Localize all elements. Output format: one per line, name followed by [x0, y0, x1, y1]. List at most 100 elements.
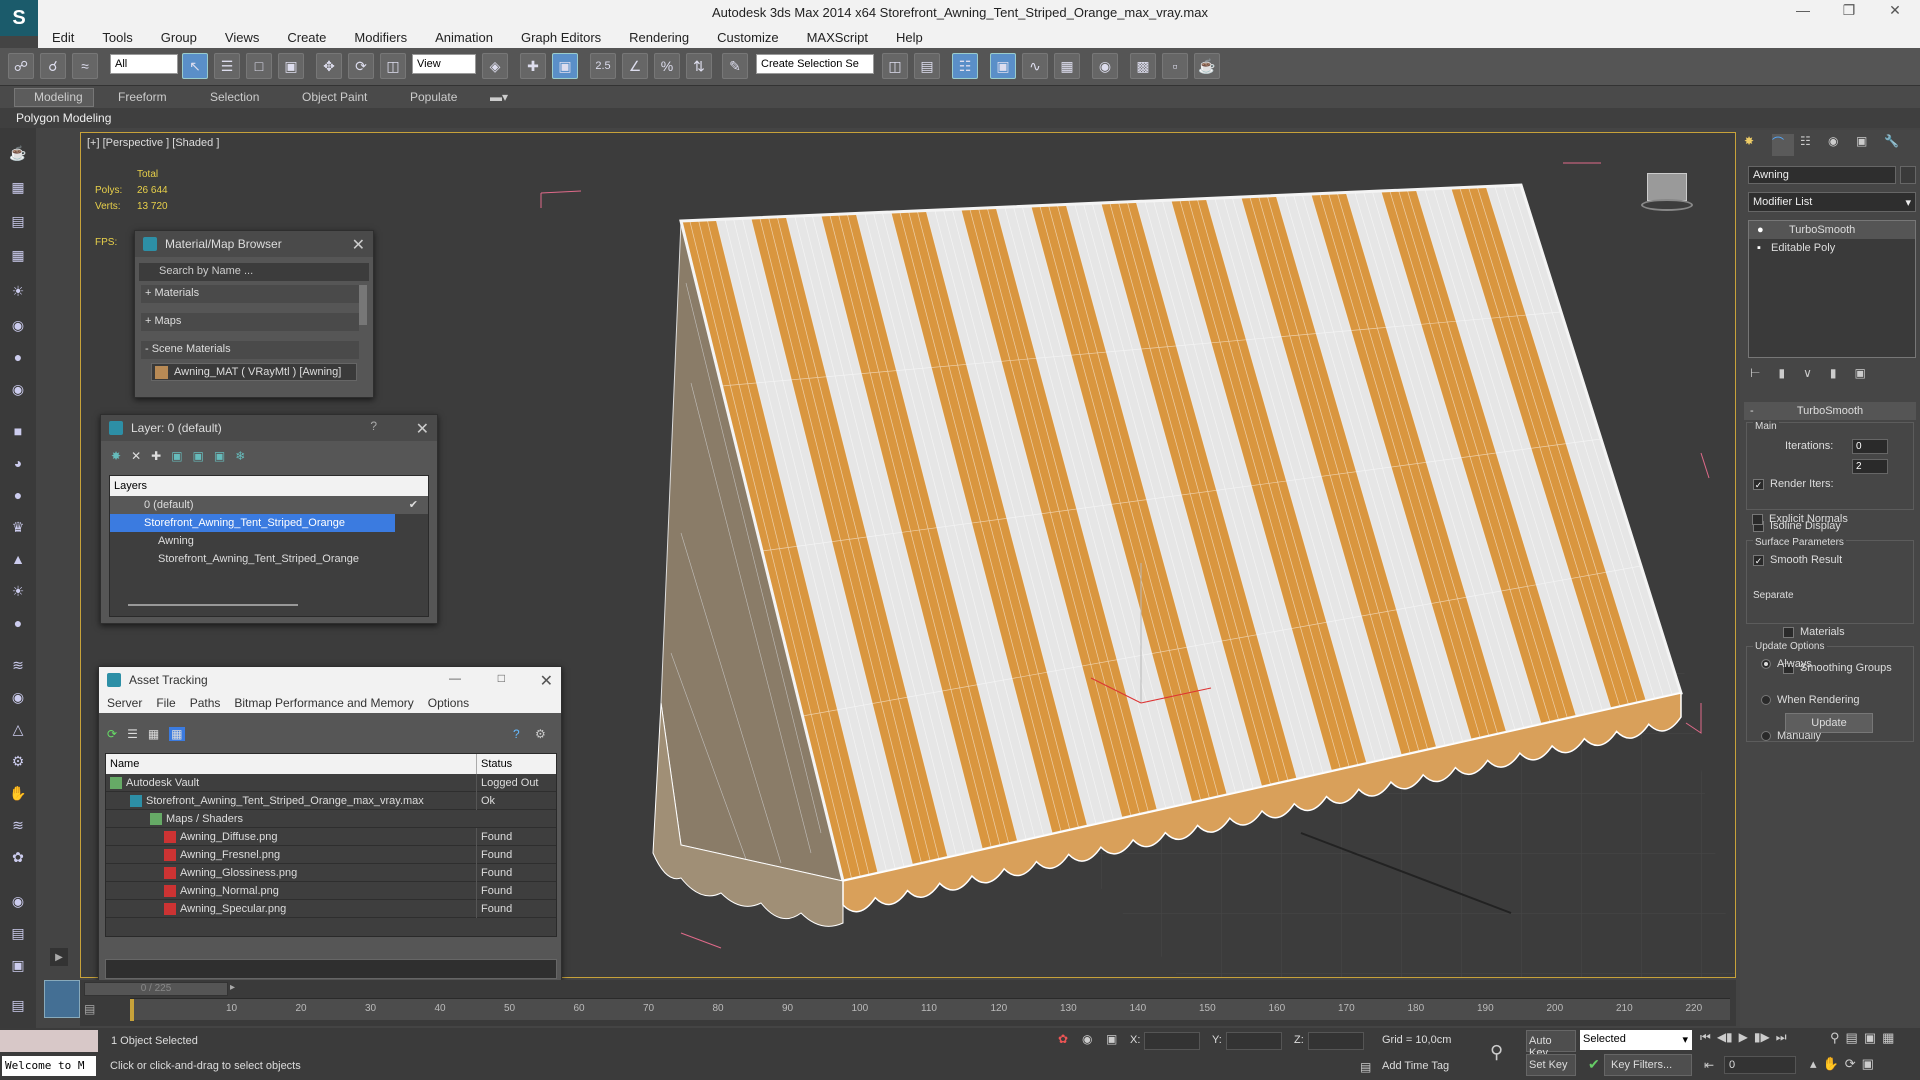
- key-mode-dropdown[interactable]: Selected ▾: [1580, 1030, 1692, 1050]
- pin-stack-icon[interactable]: ⊢: [1750, 366, 1760, 380]
- scale-icon[interactable]: ◫: [380, 53, 406, 79]
- asset-row[interactable]: Awning_Fresnel.png Found: [106, 846, 556, 864]
- asset-menu-paths[interactable]: Paths: [190, 696, 221, 710]
- hair-icon[interactable]: ≋: [7, 814, 29, 836]
- rotate-icon[interactable]: ⟳: [348, 53, 374, 79]
- status-column-header[interactable]: Status: [476, 754, 512, 774]
- gear-icon[interactable]: ⚙: [7, 750, 29, 772]
- named-selection-dropdown[interactable]: Create Selection Se: [756, 54, 874, 74]
- graphite-toggle-icon[interactable]: ▣: [990, 53, 1016, 79]
- document-icon[interactable]: ▤: [7, 210, 29, 232]
- rect-selection-icon[interactable]: □: [246, 53, 272, 79]
- grid-icon[interactable]: ▦: [7, 244, 29, 266]
- disc-icon[interactable]: ●: [7, 612, 29, 634]
- freeze-all-icon[interactable]: ❄: [235, 449, 245, 463]
- asset-menu-server[interactable]: Server: [107, 696, 142, 710]
- menu-create[interactable]: Create: [273, 30, 340, 45]
- layer-manager-icon[interactable]: ☷: [952, 53, 978, 79]
- layer-header[interactable]: Layer: 0 (default)? ✕: [101, 415, 437, 441]
- list-view-icon[interactable]: ☰: [127, 727, 138, 741]
- hierarchy-tab-icon[interactable]: ☷: [1800, 134, 1822, 156]
- next-frame-icon[interactable]: ▸: [230, 982, 235, 993]
- keyboard-shortcut-icon[interactable]: ▣: [552, 53, 578, 79]
- light-icon[interactable]: ☀: [7, 280, 29, 302]
- stack-turbosmooth[interactable]: ● TurboSmooth: [1749, 221, 1915, 239]
- particle-icon[interactable]: ≋: [7, 654, 29, 676]
- app-logo-icon[interactable]: S: [0, 0, 38, 36]
- tree-icon[interactable]: ▤: [7, 994, 29, 1016]
- y-coord-field[interactable]: [1226, 1032, 1282, 1050]
- ref-coord-dropdown[interactable]: View: [412, 54, 476, 74]
- helper-icon[interactable]: ●: [7, 346, 29, 368]
- menu-maxscript[interactable]: MAXScript: [793, 30, 882, 45]
- menu-tools[interactable]: Tools: [88, 30, 146, 45]
- object-name-field[interactable]: Awning: [1748, 166, 1896, 184]
- close-icon[interactable]: ✕: [540, 671, 553, 691]
- bind-spacewarp-icon[interactable]: ≈: [72, 53, 98, 79]
- menu-edit[interactable]: Edit: [38, 30, 88, 45]
- orbit-icon[interactable]: ⟳: [1845, 1056, 1856, 1072]
- pin-icon[interactable]: ✿: [1058, 1032, 1068, 1046]
- expand-icon[interactable]: ▪: [1757, 239, 1761, 257]
- mini-listener-button[interactable]: [44, 980, 80, 1018]
- remove-modifier-icon[interactable]: ▮: [1830, 366, 1837, 380]
- dynamics-icon[interactable]: ◉: [7, 686, 29, 708]
- material-browser-header[interactable]: Material/Map Browser ✕: [135, 231, 373, 257]
- render-iters-spinner[interactable]: 2: [1852, 459, 1888, 474]
- pivot-icon[interactable]: ◈: [482, 53, 508, 79]
- tab-populate[interactable]: Populate: [410, 90, 457, 104]
- globe-icon[interactable]: ◉: [7, 890, 29, 912]
- select-by-name-icon[interactable]: ☰: [214, 53, 240, 79]
- asset-row[interactable]: Storefront_Awning_Tent_Striped_Orange_ma…: [106, 792, 556, 810]
- layer-row-storefront[interactable]: Storefront_Awning_Tent_Striped_Orange: [110, 514, 395, 532]
- iterations-spinner[interactable]: 0: [1852, 439, 1888, 454]
- teapot-icon[interactable]: ☕: [7, 142, 29, 164]
- render-setup-icon[interactable]: ▩: [1130, 53, 1156, 79]
- restore-icon[interactable]: ❐: [1834, 2, 1864, 24]
- camera-icon[interactable]: ◉: [7, 314, 29, 336]
- playhead[interactable]: [130, 999, 134, 1021]
- details-view-icon[interactable]: ▦: [169, 727, 185, 741]
- menu-views[interactable]: Views: [211, 30, 273, 45]
- tab-object-paint[interactable]: Object Paint: [302, 90, 367, 104]
- box-icon[interactable]: ■: [7, 420, 29, 442]
- cone-icon[interactable]: ▲: [7, 548, 29, 570]
- materials-section[interactable]: + Materials: [141, 285, 359, 303]
- update-button[interactable]: Update: [1785, 713, 1873, 733]
- display-tab-icon[interactable]: ▣: [1856, 134, 1878, 156]
- settings-icon[interactable]: ⚙: [535, 727, 546, 741]
- layer-row-default[interactable]: 0 (default) ✔: [110, 496, 428, 514]
- go-to-end-icon[interactable]: ⏭: [1776, 1030, 1787, 1045]
- manipulate-icon[interactable]: ✚: [520, 53, 546, 79]
- hemisphere-icon[interactable]: ◕: [7, 452, 29, 474]
- create-tab-icon[interactable]: ✸: [1744, 134, 1766, 156]
- asset-menu-file[interactable]: File: [156, 696, 175, 710]
- x-coord-field[interactable]: [1144, 1032, 1200, 1050]
- stack-editable-poly[interactable]: ▪ Editable Poly: [1749, 239, 1915, 257]
- asset-row[interactable]: Awning_Specular.png Found: [106, 900, 556, 918]
- modify-tab-icon[interactable]: ⌒: [1772, 134, 1794, 156]
- maximize-viewport-icon[interactable]: ▣: [1862, 1056, 1874, 1072]
- h-scrollbar[interactable]: [128, 604, 298, 606]
- asset-row[interactable]: Maps / Shaders: [106, 810, 556, 828]
- menu-graph-editors[interactable]: Graph Editors: [507, 30, 615, 45]
- sun-icon[interactable]: ☀: [7, 580, 29, 602]
- add-to-layer-icon[interactable]: ✚: [151, 449, 161, 463]
- mirror-icon[interactable]: ◫: [882, 53, 908, 79]
- menu-animation[interactable]: Animation: [421, 30, 507, 45]
- asset-path-field[interactable]: [105, 959, 557, 979]
- script-icon[interactable]: ▤: [7, 922, 29, 944]
- zoom-extents-icon[interactable]: ▣: [1864, 1030, 1876, 1046]
- film-icon[interactable]: ◉: [7, 378, 29, 400]
- select-object-icon[interactable]: ↖: [182, 53, 208, 79]
- scrollbar[interactable]: [359, 285, 367, 325]
- snap-toggle-icon[interactable]: 2.5: [590, 53, 616, 79]
- menu-group[interactable]: Group: [147, 30, 211, 45]
- scene-materials-section[interactable]: - Scene Materials: [141, 341, 359, 359]
- menu-modifiers[interactable]: Modifiers: [340, 30, 421, 45]
- render-iters-row[interactable]: ✓ Render Iters:: [1753, 475, 1919, 493]
- menu-help[interactable]: Help: [882, 30, 937, 45]
- help-icon[interactable]: ?: [370, 419, 377, 433]
- align-icon[interactable]: ▤: [914, 53, 940, 79]
- expand-arrow-icon[interactable]: ▶: [50, 948, 68, 966]
